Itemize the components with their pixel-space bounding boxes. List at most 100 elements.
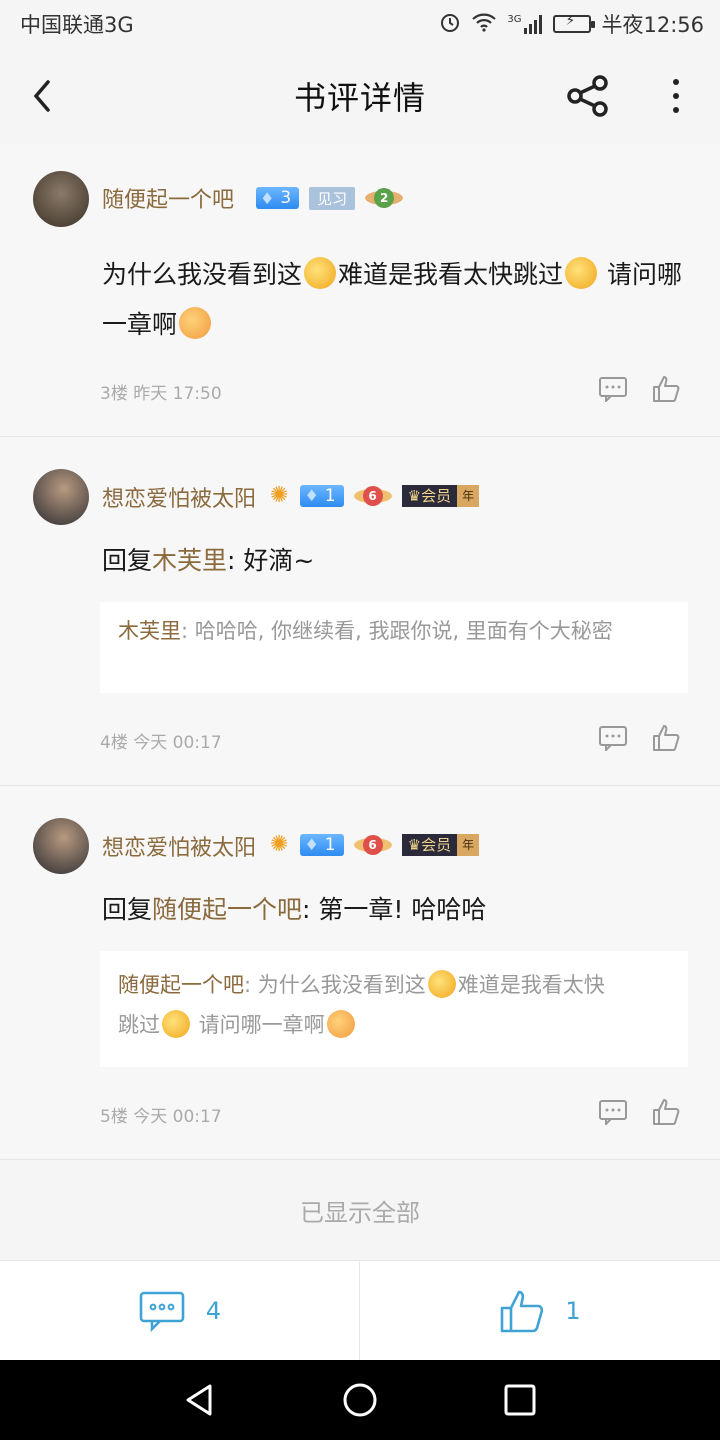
crown-icon: ♛ (407, 835, 422, 854)
confused-emoji-icon (427, 970, 456, 998)
page-title: 书评详情 (293, 79, 426, 117)
comment-time: 今天 00:17 (133, 1107, 222, 1127)
avatar[interactable] (33, 818, 89, 874)
floor-number: 3楼 (100, 384, 128, 404)
medal-badge: 6 (353, 833, 392, 857)
laugh-cry-emoji-icon (565, 257, 598, 289)
level-number: 3 (280, 188, 292, 208)
back-button[interactable] (28, 76, 58, 116)
level-badge: ♦ 3 (256, 187, 300, 209)
username[interactable]: 随便起一个吧 (102, 182, 234, 214)
quoted-comment: 木芙里: 哈哈哈, 你继续看, 我跟你说, 里面有个大秘密 (100, 602, 688, 693)
status-icons: 3G ⚡ 半夜12:56 (439, 9, 704, 39)
carrier-label: 中国联通3G (20, 13, 134, 37)
network-type-label: 3G (507, 14, 522, 25)
thumbs-up-icon (653, 1099, 680, 1125)
reply-text: : 好滴~ (227, 546, 315, 575)
shy-emoji-icon (179, 307, 212, 339)
user-badges: ♦ 3 见习 2 (256, 186, 404, 210)
reply-text: : 第一章! 哈哈哈 (302, 895, 487, 924)
comment-icon (139, 1291, 185, 1332)
member-badge: ♛ 会员年 (401, 484, 480, 507)
flame-icon: ♦ (304, 835, 319, 854)
clock-label: 半夜12:56 (601, 13, 704, 37)
like-button[interactable] (652, 724, 680, 752)
floor-number: 5楼 (100, 1107, 128, 1127)
wifi-icon (471, 12, 497, 37)
signal-icon: 3G (507, 14, 543, 34)
nav-recents-button[interactable] (500, 1380, 540, 1420)
more-vertical-icon (673, 79, 679, 113)
comment-body: 为什么我没看到这 难道是我看太快跳过 请问哪一章啊 (102, 250, 687, 350)
crown-icon: ♛ (407, 486, 422, 505)
avatar[interactable] (33, 171, 89, 227)
bottom-action-bar: 4 1 (0, 1260, 720, 1361)
medal-number: 6 (362, 834, 383, 855)
reply-target-link[interactable]: 随便起一个吧 (152, 895, 302, 924)
member-period: 年 (457, 833, 480, 856)
avatar[interactable] (33, 469, 89, 525)
member-badge: ♛ 会员年 (401, 833, 480, 856)
user-badges: ✺ ♦ 1 6 ♛ 会员年 (270, 832, 480, 857)
comment-button[interactable]: 4 (0, 1261, 360, 1361)
comment-body: 回复木芙里: 好滴~ (102, 536, 687, 586)
level-number: 1 (324, 485, 336, 506)
flame-icon: ♦ (260, 188, 275, 208)
reply-target-link[interactable]: 木芙里 (152, 546, 227, 575)
chevron-left-icon (33, 80, 50, 112)
reply-button[interactable] (598, 725, 628, 753)
share-button[interactable] (566, 74, 610, 118)
thumbs-up-icon (653, 725, 680, 751)
quoted-username[interactable]: 随便起一个吧 (118, 973, 244, 997)
comment-body: 回复随便起一个吧: 第一章! 哈哈哈 (102, 885, 687, 935)
quoted-text: : 为什么我没看到这 (244, 973, 426, 997)
like-button[interactable]: 1 (360, 1261, 720, 1361)
comment-text-part: 为什么我没看到这 (102, 260, 303, 289)
reply-button[interactable] (598, 376, 628, 404)
comment-icon (599, 1100, 627, 1127)
member-period: 年 (457, 484, 480, 507)
shy-emoji-icon (326, 1010, 355, 1038)
comment-meta: 5楼 今天 00:17 (100, 1102, 222, 1127)
user-badges: ✺ ♦ 1 6 ♛ 会员年 (270, 483, 480, 508)
laugh-cry-emoji-icon (162, 1010, 190, 1038)
nav-back-button[interactable] (180, 1380, 220, 1420)
reply-button[interactable] (598, 1099, 628, 1127)
confused-emoji-icon (304, 257, 337, 289)
battery-icon: ⚡ (553, 13, 596, 33)
quoted-text: 难道是我看太快 (457, 973, 605, 997)
status-bar: 中国联通3G 3G ⚡ 半夜12:56 (0, 0, 720, 48)
level-badge: ♦ 1 (300, 833, 344, 856)
square-recents-icon (504, 1384, 536, 1416)
circle-home-icon (343, 1383, 377, 1417)
floor-number: 4楼 (100, 733, 128, 753)
alarm-icon (439, 11, 461, 38)
all-shown-label: 已显示全部 (300, 1198, 420, 1227)
comment-meta: 3楼 昨天 17:50 (100, 379, 222, 404)
flame-icon: ♦ (304, 486, 319, 505)
system-navigation-bar (0, 1360, 720, 1440)
comment-item: 想恋爱怕被太阳 ✺ ♦ 1 6 ♛ 会员年 回复木芙里: 好滴~ 木芙里: 哈哈哈,… (0, 437, 720, 786)
medal-badge: 2 (365, 186, 404, 210)
comment-meta: 4楼 今天 00:17 (100, 728, 222, 753)
comment-item: 随便起一个吧 ♦ 3 见习 2 为什么我没看到这 难道是我看太快跳过 请问哪一章啊 … (0, 144, 720, 437)
more-button[interactable] (662, 74, 690, 118)
level-number: 1 (324, 834, 336, 855)
comment-item: 想恋爱怕被太阳 ✺ ♦ 1 6 ♛ 会员年 回复随便起一个吧: 第一章! 哈哈哈 随… (0, 786, 720, 1160)
sun-icon: ✺ (270, 832, 289, 857)
reply-prefix: 回复 (102, 895, 153, 924)
medal-badge: 6 (353, 484, 392, 508)
comment-time: 今天 00:17 (133, 733, 222, 753)
like-button[interactable] (652, 375, 680, 403)
comment-icon (599, 726, 627, 753)
comment-time: 昨天 17:50 (133, 384, 222, 404)
username[interactable]: 想恋爱怕被太阳 (102, 830, 256, 862)
like-button[interactable] (652, 1098, 680, 1126)
level-badge: ♦ 1 (300, 484, 344, 507)
thumbs-up-icon (501, 1290, 544, 1333)
member-label: 会员 (421, 836, 452, 854)
like-count: 1 (565, 1297, 581, 1325)
username[interactable]: 想恋爱怕被太阳 (102, 481, 256, 513)
quoted-username[interactable]: 木芙里 (118, 619, 181, 643)
nav-home-button[interactable] (340, 1380, 380, 1420)
